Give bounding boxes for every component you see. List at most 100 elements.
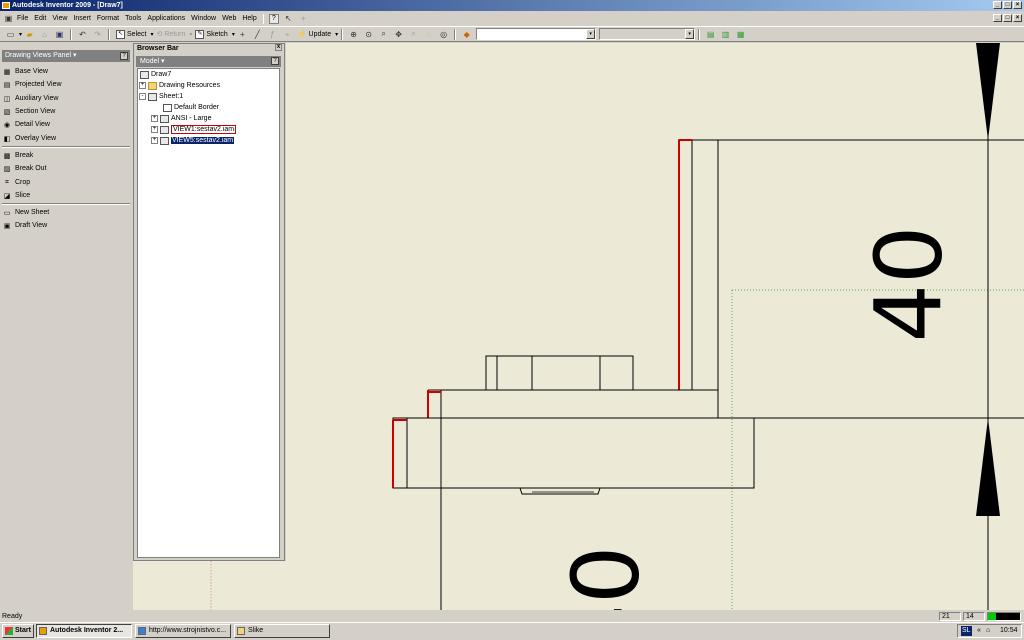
close-icon[interactable]: x <box>275 44 282 51</box>
tray-expand-icon[interactable]: « <box>977 625 981 637</box>
tree-item-ansi-large[interactable]: + ANSI - Large <box>151 113 211 124</box>
vault-lock-icon[interactable]: ▦ <box>734 28 747 40</box>
style-combo[interactable]: ▾ <box>476 28 597 40</box>
dimension-text-bottom[interactable]: 40 <box>553 545 660 610</box>
menu-bar: ▣ File Edit View Insert Format Tools App… <box>0 12 1024 25</box>
task-slike[interactable]: Slike <box>234 624 330 638</box>
expand-icon[interactable]: + <box>151 137 158 144</box>
graphics-window-lower[interactable] <box>133 561 286 610</box>
layer-combo[interactable]: ▾ <box>599 28 696 40</box>
panel-help-icon[interactable]: ? <box>120 52 128 60</box>
expand-icon[interactable]: + <box>151 126 158 133</box>
crosshair-icon[interactable]: + <box>236 28 249 40</box>
new-icon[interactable]: ▭ <box>4 28 17 40</box>
title-bar: Autodesk Inventor 2009 - [Draw7] _ □ × <box>0 0 1024 11</box>
break-out-item[interactable]: ▨ Break Out <box>2 162 47 175</box>
menu-edit[interactable]: Edit <box>31 12 49 25</box>
new-sheet-item[interactable]: ▭ New Sheet <box>2 206 50 219</box>
collapse-icon[interactable]: - <box>139 93 146 100</box>
panel-header[interactable]: Drawing Views Panel ▾ ? <box>2 50 130 62</box>
network-icon: ⌂ <box>986 627 991 634</box>
select-icon: ↖ <box>116 29 126 39</box>
select-button[interactable]: ↖ Select <box>113 28 149 41</box>
projected-view-item[interactable]: ▤ Projected View <box>2 78 62 91</box>
task-browser[interactable]: http://www.strojnistvo.c... <box>135 624 231 638</box>
crop-icon: ⌗ <box>5 178 9 186</box>
menu-file[interactable]: File <box>14 12 31 25</box>
task-inventor[interactable]: Autodesk Inventor 2... <box>36 624 132 638</box>
menu-window[interactable]: Window <box>188 12 219 25</box>
draft-view-icon: ▣ <box>3 222 11 230</box>
expand-icon[interactable]: + <box>151 115 158 122</box>
maximize-button[interactable]: □ <box>1003 1 1012 9</box>
tree-item-drawing-resources[interactable]: + Drawing Resources <box>139 80 220 91</box>
parameters-icon[interactable]: ƒ <box>266 28 279 40</box>
browser-help-icon[interactable]: ? <box>271 57 279 65</box>
app-icon <box>2 2 10 9</box>
update-button[interactable]: ⚡ Update <box>295 28 334 41</box>
crop-item[interactable]: ⌗ Crop <box>2 176 30 189</box>
plus-icon[interactable]: + <box>297 13 310 25</box>
new-sheet-icon: ▭ <box>3 209 11 217</box>
language-indicator[interactable]: SL <box>961 626 972 636</box>
model-dropdown[interactable]: Model ▾ ? <box>136 56 281 67</box>
save-icon[interactable]: ▣ <box>53 28 66 40</box>
menu-view[interactable]: View <box>49 12 70 25</box>
windows-flag-icon <box>5 627 13 635</box>
border-icon <box>163 103 172 112</box>
style-icon[interactable]: ◆ <box>460 28 473 40</box>
tree-item-default-border[interactable]: Default Border <box>163 102 219 113</box>
overlay-view-item[interactable]: ◧ Overlay View <box>2 132 56 145</box>
help-icon[interactable]: ? <box>268 13 279 24</box>
section-view-item[interactable]: ▧ Section View <box>2 105 56 118</box>
tree-item-draw7[interactable]: Draw7 <box>140 69 171 80</box>
projects-icon[interactable]: ⌂ <box>38 28 51 40</box>
undo-icon[interactable]: ↶ <box>76 28 89 40</box>
break-out-icon: ▨ <box>3 165 11 173</box>
tree-item-view1[interactable]: + VIEW1:sestav2.iam <box>151 124 237 135</box>
slice-item[interactable]: ◪ Slice <box>2 189 31 202</box>
tree-item-view5[interactable]: + VIEW5:sestav2.iam <box>151 135 235 146</box>
vault-refresh-icon[interactable]: ▥ <box>719 28 732 40</box>
tree-item-sheet[interactable]: - Sheet:1 <box>139 91 183 102</box>
base-view-item[interactable]: ▦ Base View <box>2 65 48 78</box>
draft-view-item[interactable]: ▣ Draft View <box>2 219 47 232</box>
pan-icon[interactable]: ✥ <box>392 28 405 40</box>
detail-view-item[interactable]: ◉ Detail View <box>2 118 50 131</box>
doc-restore-button[interactable]: □ <box>1003 14 1012 22</box>
measure-icon[interactable]: ⌁ <box>281 28 294 40</box>
document-icon[interactable]: ▣ <box>4 13 13 25</box>
orbit-icon[interactable]: ◌ <box>422 28 435 40</box>
dimension-text-top[interactable]: 40 <box>856 225 963 342</box>
expand-icon[interactable]: + <box>139 82 146 89</box>
drawing-icon <box>140 70 149 79</box>
zoom-selected-icon[interactable]: ⌕ <box>407 28 420 40</box>
start-button[interactable]: Start <box>2 624 34 638</box>
graphics-window[interactable]: 40 40 <box>286 43 1024 610</box>
sketch-button[interactable]: ✎ Sketch <box>192 28 230 41</box>
return-button[interactable]: ⟲ Return <box>154 28 189 41</box>
line-icon[interactable]: ╱ <box>251 28 264 40</box>
menu-applications[interactable]: Applications <box>144 12 188 25</box>
whats-this-icon[interactable]: ↖ <box>282 13 295 25</box>
auxiliary-view-icon: ◫ <box>3 95 11 103</box>
open-icon[interactable]: ▰ <box>23 28 36 40</box>
menu-web[interactable]: Web <box>219 12 239 25</box>
zoom-window-icon[interactable]: ⊙ <box>362 28 375 40</box>
menu-insert[interactable]: Insert <box>70 12 94 25</box>
menu-help[interactable]: Help <box>239 12 259 25</box>
minimize-button[interactable]: _ <box>993 1 1002 9</box>
close-button[interactable]: × <box>1013 1 1022 9</box>
auxiliary-view-item[interactable]: ◫ Auxiliary View <box>2 92 59 105</box>
menu-format[interactable]: Format <box>94 12 122 25</box>
panel-title: Drawing Views Panel <box>5 52 72 59</box>
vault-checkin-icon[interactable]: ▤ <box>704 28 717 40</box>
zoom-icon[interactable]: ⌕ <box>377 28 390 40</box>
redo-icon[interactable]: ↷ <box>91 28 104 40</box>
break-item[interactable]: ▩ Break <box>2 149 34 162</box>
look-at-icon[interactable]: ◎ <box>437 28 450 40</box>
doc-close-button[interactable]: × <box>1013 14 1022 22</box>
menu-tools[interactable]: Tools <box>122 12 144 25</box>
zoom-all-icon[interactable]: ⊕ <box>347 28 360 40</box>
doc-minimize-button[interactable]: _ <box>993 14 1002 22</box>
